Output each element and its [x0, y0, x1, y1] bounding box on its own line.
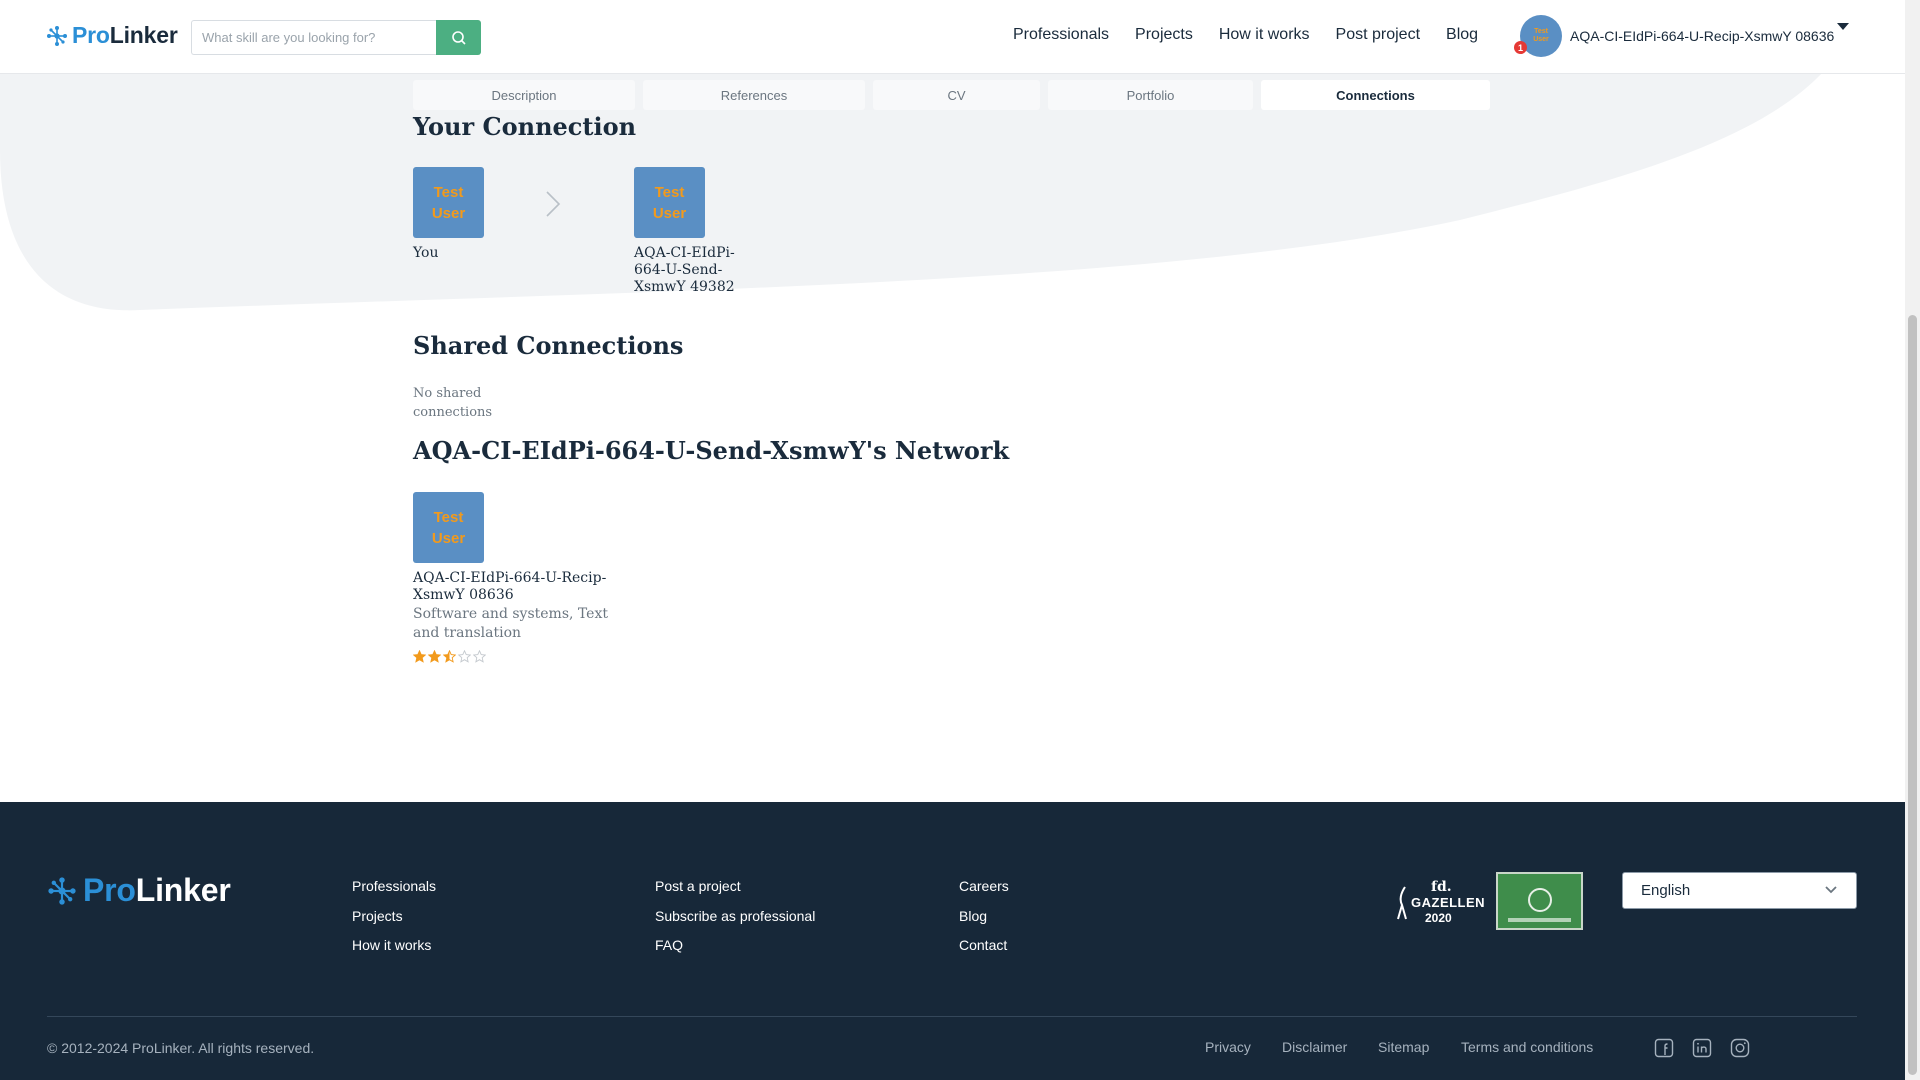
network-item-avatar[interactable]: Test User	[413, 492, 484, 563]
chevron-right-icon	[546, 191, 561, 217]
site-logo[interactable]: ProLinker	[46, 22, 178, 49]
tab-references[interactable]: References	[643, 80, 865, 110]
copyright: © 2012-2024 ProLinker. All rights reserv…	[47, 1040, 315, 1056]
footer-link-contact[interactable]: Contact	[959, 931, 1009, 961]
star-icon	[458, 650, 471, 663]
footer-logo[interactable]: ProLinker	[47, 872, 231, 909]
footer-link-privacy[interactable]: Privacy	[1205, 1039, 1251, 1055]
tab-cv[interactable]: CV	[873, 80, 1040, 110]
star-icon	[443, 650, 456, 663]
footer-link-faq[interactable]: FAQ	[655, 931, 815, 961]
logo-network-icon	[48, 876, 76, 905]
tab-portfolio[interactable]: Portfolio	[1048, 80, 1253, 110]
connection-name[interactable]: AQA-CI-EIdPi-664-U-Send-XsmwY 49382	[634, 245, 739, 296]
nav-post-project[interactable]: Post project	[1336, 26, 1420, 44]
connection-avatar[interactable]: Test User	[634, 167, 705, 238]
notification-badge[interactable]: 1	[1514, 41, 1527, 54]
search-icon	[451, 30, 466, 45]
instagram-icon[interactable]	[1730, 1038, 1750, 1058]
search-button[interactable]	[436, 20, 481, 55]
footer-link-post-project[interactable]: Post a project	[655, 872, 815, 902]
network-item-name[interactable]: AQA-CI-EIdPi-664-U-Recip-XsmwY 08636	[413, 570, 613, 604]
network-item-skills: Software and systems, Text and translati…	[413, 606, 608, 641]
you-avatar-text: Test User	[431, 183, 466, 222]
nav-professionals[interactable]: Professionals	[1013, 26, 1109, 44]
your-connection-title: Your Connection	[413, 112, 637, 141]
footer-link-professionals[interactable]: Professionals	[352, 872, 436, 902]
top-header: ProLinker Professionals Projects How it …	[0, 0, 1905, 74]
search-bar	[191, 20, 481, 55]
linkedin-icon[interactable]	[1692, 1038, 1712, 1058]
network-item-avatar-text: Test User	[431, 508, 466, 547]
footer-link-how-it-works[interactable]: How it works	[352, 931, 436, 961]
star-icon	[428, 650, 441, 663]
connection-avatar-text: Test User	[652, 183, 687, 222]
language-select-value: English	[1641, 882, 1691, 899]
green-award-badge	[1496, 872, 1583, 930]
you-label: You	[413, 245, 439, 261]
you-avatar[interactable]: Test User	[413, 167, 484, 238]
star-icon	[473, 650, 486, 663]
user-name[interactable]: AQA-CI-EIdPi-664-U-Recip-XsmwY 08636	[1570, 28, 1834, 44]
chevron-down-icon[interactable]	[1837, 23, 1849, 30]
user-avatar[interactable]: Test User 1	[1514, 15, 1562, 57]
logo-text: ProLinker	[72, 22, 178, 48]
gazelle-icon	[1397, 886, 1407, 920]
footer-link-careers[interactable]: Careers	[959, 872, 1009, 902]
footer-divider	[47, 1016, 1857, 1017]
facebook-icon[interactable]	[1654, 1038, 1674, 1058]
footer: ProLinker Professionals Projects How it …	[0, 802, 1905, 1080]
footer-link-sitemap[interactable]: Sitemap	[1378, 1039, 1429, 1055]
shared-connections-title: Shared Connections	[413, 331, 684, 360]
footer-link-subscribe[interactable]: Subscribe as professional	[655, 902, 815, 932]
user-menu[interactable]: Test User 1 AQA-CI-EIdPi-664-U-Recip-Xsm…	[1514, 15, 1834, 57]
user-avatar-text: Test User	[1533, 28, 1549, 43]
star-icon	[413, 650, 426, 663]
award-gazellen: GAZELLEN	[1411, 895, 1486, 910]
nav-projects[interactable]: Projects	[1135, 26, 1193, 44]
language-select[interactable]: English	[1622, 872, 1857, 909]
no-shared-connections: No shared connections	[413, 386, 493, 420]
nav-blog[interactable]: Blog	[1446, 26, 1478, 44]
award-year: 2020	[1425, 911, 1452, 925]
chevron-down-icon	[1825, 886, 1837, 894]
award-fd: fd.	[1431, 879, 1452, 895]
laurel-wreath-icon	[1498, 874, 1581, 928]
nav-how-it-works[interactable]: How it works	[1219, 26, 1310, 44]
tab-connections[interactable]: Connections	[1261, 80, 1490, 110]
tab-description[interactable]: Description	[413, 80, 635, 110]
network-title: AQA-CI-EIdPi-664-U-Send-XsmwY's Network	[413, 436, 1010, 465]
footer-link-blog[interactable]: Blog	[959, 902, 1009, 932]
footer-col-3: Careers Blog Contact	[959, 872, 1009, 961]
footer-link-projects[interactable]: Projects	[352, 902, 436, 932]
gazellen-award-logo: fd. GAZELLEN 2020	[1395, 879, 1485, 927]
footer-logo-text: ProLinker	[83, 872, 231, 908]
search-input[interactable]	[191, 20, 436, 55]
footer-col-1: Professionals Projects How it works	[352, 872, 436, 961]
footer-link-disclaimer[interactable]: Disclaimer	[1282, 1039, 1347, 1055]
page-scrollbar[interactable]	[1905, 0, 1920, 1080]
logo-network-icon	[47, 25, 67, 46]
main-nav: Professionals Projects How it works Post…	[1013, 26, 1504, 44]
footer-link-terms[interactable]: Terms and conditions	[1461, 1039, 1593, 1055]
rating-stars	[413, 650, 486, 663]
scrollbar-thumb[interactable]	[1908, 315, 1917, 1075]
footer-col-2: Post a project Subscribe as professional…	[655, 872, 815, 961]
